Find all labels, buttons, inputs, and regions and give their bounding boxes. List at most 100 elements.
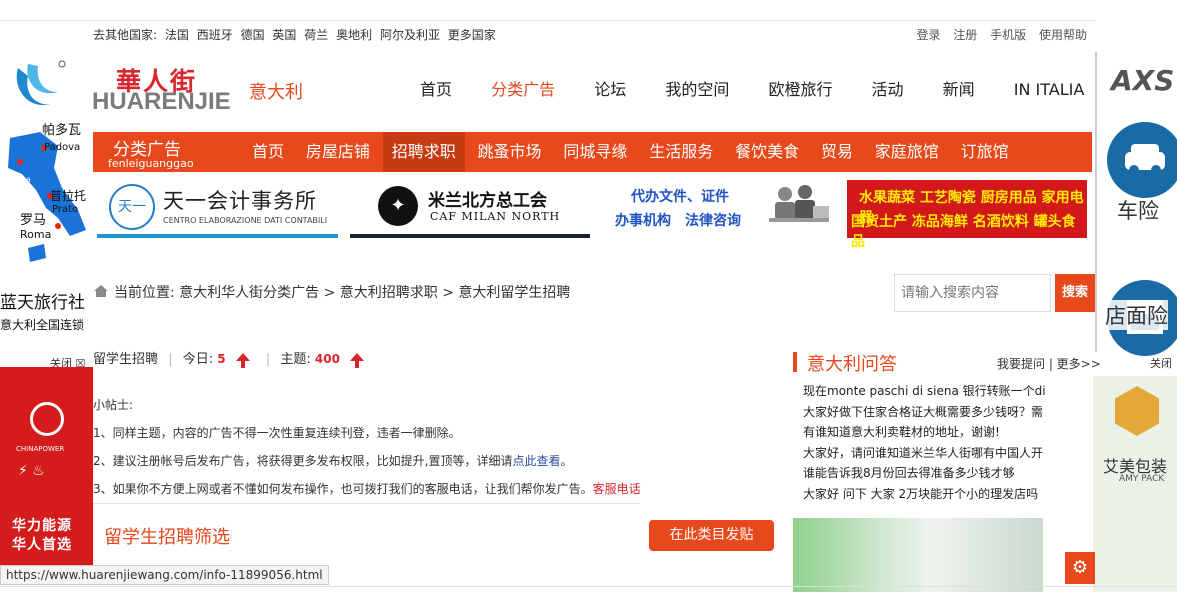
- banner-title: 天一会计事务所: [163, 189, 317, 213]
- status-bar-url: https://www.huarenjiewang.com/info-11899…: [0, 565, 329, 585]
- qa-item[interactable]: 现在monte paschi di siena 银行转账一个di: [803, 381, 1048, 402]
- divider: [0, 586, 1177, 587]
- qa-item[interactable]: 大家好做下住家合格证大概需要多少钱呀？需: [803, 402, 1048, 423]
- banner-line1: 代办文件、证件: [631, 189, 729, 205]
- city-label: 帕多瓦: [42, 122, 81, 138]
- country-link[interactable]: 西班牙: [197, 28, 233, 42]
- nav-in-italia[interactable]: IN ITALIA: [1014, 80, 1085, 99]
- country-link[interactable]: 德国: [241, 28, 265, 42]
- search-button[interactable]: 搜索: [1055, 274, 1095, 312]
- country-link[interactable]: 奥地利: [336, 28, 372, 42]
- tip-2: 2、建议注册帐号后发布广告，将获得更多发布权限，比如提升,置顶等，详细请点此查看…: [93, 447, 641, 475]
- cat-dating[interactable]: 同城寻缘: [554, 132, 636, 172]
- red-ad-line1: 华力能源: [12, 518, 72, 534]
- post-in-category-button[interactable]: 在此类目发贴: [649, 520, 774, 551]
- more-countries-link[interactable]: 更多国家: [448, 28, 496, 42]
- banner-documents[interactable]: 代办文件、证件 办事机构 法律咨询: [600, 180, 840, 238]
- cat-flea-market[interactable]: 跳蚤市场: [469, 132, 551, 172]
- topics-label: 主题:: [280, 352, 311, 367]
- city-label: Padova: [44, 142, 80, 153]
- city-label: 罗马: [20, 213, 46, 228]
- chinapower-logo-text: CHINAPOWER: [16, 445, 65, 453]
- category-stats: 留学生招聘 | 今日: 5 | 主题: 400: [93, 348, 370, 368]
- cat-services[interactable]: 生活服务: [640, 132, 722, 172]
- today-label: 今日:: [182, 352, 214, 367]
- axs-insurance-ad[interactable]: AXS 车险 店面险: [1095, 52, 1177, 356]
- search-placeholder: 请输入搜索内容: [901, 285, 999, 301]
- amy-subtitle: AMY PACK: [1119, 474, 1165, 484]
- qa-more-links[interactable]: 我要提问 | 更多>>: [997, 355, 1101, 372]
- category-bar: 分类广告 fenleiguanggao 首页 房屋店铺 招聘求职 跳蚤市场 同城…: [93, 132, 1092, 172]
- caf-logo-icon: ✦: [378, 186, 418, 226]
- banner-sub: CENTRO ELABORAZIONE DATI CONTABILI: [163, 216, 328, 225]
- brand-en: HUARENJIE: [92, 88, 231, 115]
- cat-housing[interactable]: 房屋店铺: [297, 132, 379, 172]
- mobile-link[interactable]: 手机版: [990, 28, 1026, 42]
- breadcrumb-path[interactable]: 意大利华人街分类广告 > 意大利招聘求职 > 意大利留学生招聘: [179, 285, 570, 301]
- tip-2-end: 。: [560, 454, 573, 468]
- view-details-link[interactable]: 点此查看: [512, 454, 560, 468]
- red-ad-line2: 华人首选: [12, 537, 72, 553]
- banner-sub: CAF MILAN NORTH: [430, 210, 561, 223]
- tip-2-text: 2、建议注册帐号后发布广告，将获得更多发布权限，比如提升,置顶等，详细请: [93, 454, 513, 468]
- brand-logo[interactable]: 華人街 HUARENJIE: [92, 62, 237, 115]
- banner-caf[interactable]: ✦ 米兰北方总工会 CAF MILAN NORTH: [350, 180, 590, 238]
- cat-food[interactable]: 餐饮美食: [726, 132, 808, 172]
- settings-gear-icon[interactable]: ⚙: [1065, 552, 1095, 584]
- qa-list: 现在monte paschi di siena 银行转账一个di 大家好做下住家…: [803, 381, 1048, 504]
- close-right-ad-button[interactable]: 关闭: [1150, 355, 1172, 371]
- divider: [93, 503, 640, 504]
- tip-3: 3、如果你不方便上网或者不懂如何发布操作，也可拨打我们的客服电话，让我们帮你发广…: [93, 475, 641, 503]
- nav-my-space[interactable]: 我的空间: [665, 76, 729, 100]
- nav-classifieds[interactable]: 分类广告: [491, 76, 555, 100]
- help-link[interactable]: 使用帮助: [1039, 28, 1087, 42]
- cat-family-hotel[interactable]: 家庭旅馆: [866, 132, 948, 172]
- ad-image[interactable]: [793, 518, 1043, 592]
- breadcrumb: 当前位置: 意大利华人街分类广告 > 意大利招聘求职 > 意大利留学生招聘: [93, 282, 570, 302]
- home-icon[interactable]: [93, 284, 109, 298]
- service-phone-link[interactable]: 客服电话: [593, 482, 641, 496]
- search-input[interactable]: 请输入搜索内容: [894, 274, 1051, 312]
- banner-accounting[interactable]: 天一 天一会计事务所 CENTRO ELABORAZIONE DATI CONT…: [97, 180, 338, 238]
- chinapower-ad[interactable]: CHINAPOWER ⚡ ♨ 华力能源 华人首选: [0, 367, 93, 572]
- cat-jobs[interactable]: 招聘求职: [382, 132, 465, 172]
- register-link[interactable]: 注册: [953, 28, 977, 42]
- nav-events[interactable]: 活动: [872, 76, 904, 100]
- city-label: 普拉托: [50, 188, 86, 203]
- tips-box: 小帖士: 1、同样主题，内容的广告不得一次性重复连续刊登，违者一律删除。 2、建…: [93, 391, 641, 503]
- car-insurance-label: 车险: [1117, 199, 1159, 223]
- nav-home[interactable]: 首页: [420, 76, 452, 100]
- qa-item[interactable]: 有谁知道意大利卖鞋材的地址，谢谢!: [803, 422, 1048, 443]
- qa-item[interactable]: 大家好 问下 大家 2万块能开个小的理发店吗: [803, 484, 1048, 505]
- category-name: 留学生招聘: [93, 352, 159, 367]
- travel-agency-title[interactable]: 蓝天旅行社: [0, 288, 85, 313]
- countries-prefix: 去其他国家:: [93, 28, 158, 42]
- qa-item[interactable]: 谁能告诉我8月份回去得准备多少钱才够: [803, 463, 1048, 484]
- site-logo-icon[interactable]: [10, 58, 68, 114]
- country-link[interactable]: 荷兰: [304, 28, 328, 42]
- login-link[interactable]: 登录: [916, 28, 940, 42]
- top-bar: 去其他国家: 法国 西班牙 德国 英国 荷兰 奥地利 阿尔及利亚 更多国家 登录…: [0, 20, 1095, 46]
- city-label: 热那亚: [0, 183, 27, 195]
- italy-map-ad[interactable]: 帕多瓦 Padova Genova 热那亚 普拉托 Prato 罗马 Roma: [0, 118, 92, 288]
- country-link[interactable]: 英国: [272, 28, 296, 42]
- cat-home[interactable]: 首页: [243, 132, 293, 172]
- country-links: 去其他国家: 法国 西班牙 德国 英国 荷兰 奥地利 阿尔及利亚 更多国家: [93, 26, 500, 43]
- nav-forum[interactable]: 论坛: [594, 76, 626, 100]
- qa-item[interactable]: 大家好，请问谁知道米兰华人街哪有中国人开: [803, 443, 1048, 464]
- chinapower-logo-icon: [30, 402, 64, 436]
- shop-insurance-label: 店面险: [1105, 300, 1168, 330]
- banner-grocery[interactable]: 水果蔬菜 工艺陶瓷 厨房用品 家用电器 国货土产 冻品海鲜 名酒饮料 罐头食品: [847, 180, 1087, 250]
- country-link[interactable]: 法国: [165, 28, 189, 42]
- power-icon: ⚡ ♨: [18, 463, 45, 479]
- travel-agency-subtitle: 意大利全国连锁: [0, 318, 85, 332]
- nav-news[interactable]: 新闻: [943, 76, 975, 100]
- qa-accent-bar: [793, 352, 797, 372]
- country-link[interactable]: 阿尔及利亚: [380, 28, 440, 42]
- nav-travel[interactable]: 欧橙旅行: [768, 76, 832, 100]
- amy-pack-ad[interactable]: 艾美包装 AMY PACK: [1093, 376, 1177, 592]
- cat-book-hotel[interactable]: 订旅馆: [952, 132, 1018, 172]
- banner-line2: 国货土产 冻品海鲜 名酒饮料 罐头食品: [851, 214, 1076, 250]
- divider: |: [168, 352, 173, 367]
- cat-trade[interactable]: 贸易: [812, 132, 862, 172]
